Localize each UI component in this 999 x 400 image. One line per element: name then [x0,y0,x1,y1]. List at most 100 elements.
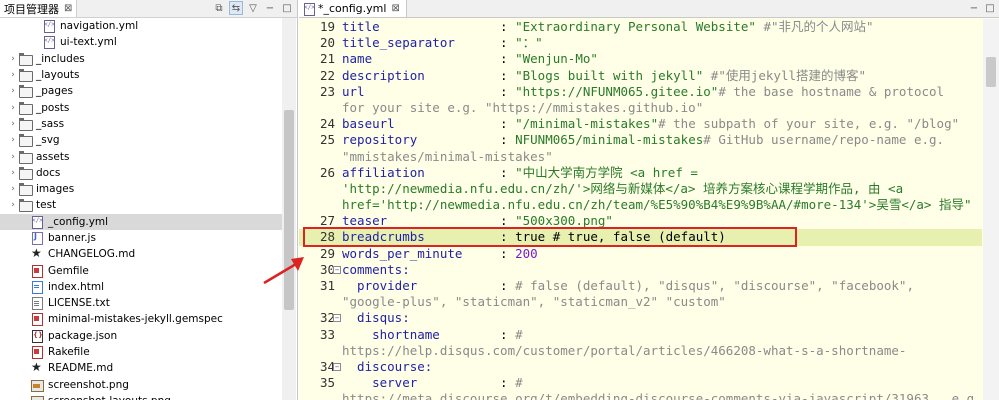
tree-item[interactable]: › images [0,181,282,197]
code-area[interactable]: 19 title : "Extraordinary Personal Websit… [299,19,982,400]
code-token: "google-plus", "staticman", "staticman_v… [342,294,726,310]
tree-item[interactable]: LICENSE.txt [0,295,282,311]
code-token: : [500,67,516,83]
expand-chevron-icon[interactable]: › [8,54,18,64]
code-line[interactable]: for your site e.g. "https://mmistakes.gi… [299,100,982,116]
expand-chevron-icon[interactable]: › [8,168,18,178]
code-line[interactable]: 32− disqus: [299,310,982,326]
editor-scrollbar-thumb[interactable] [986,57,996,87]
tree-item[interactable]: README.md [0,360,282,376]
code-text: https://meta.discourse.org/t/embedding-d… [342,391,982,400]
ruby-file-icon [30,264,44,278]
code-line[interactable]: 30− comments: [299,262,982,278]
code-line[interactable]: 29 words_per_minute : 200 [299,246,982,262]
tree-item[interactable]: CHANGELOG.md [0,246,282,262]
tree-item[interactable]: banner.js [0,230,282,246]
code-line[interactable]: 31 provider : # false (default), "disqus… [299,278,982,294]
code-token: : [500,164,516,180]
code-line[interactable]: "google-plus", "staticman", "staticman_v… [299,294,982,310]
tree-item[interactable]: screenshot-layouts.png [0,393,282,400]
line-number: 29 [319,245,335,261]
code-token: words_per_minute [342,245,501,261]
expand-chevron-icon[interactable]: › [8,119,18,129]
tree-item-label: assets [36,150,70,163]
expand-chevron-icon[interactable]: › [8,103,18,113]
code-token: "/minimal-mistakes" [515,116,659,132]
tree-item[interactable]: index.html [0,279,282,295]
code-token: href='http://newmedia.nfu.edu.cn/zh/team… [342,197,972,213]
code-line[interactable]: https://meta.discourse.org/t/embedding-d… [299,391,982,400]
fold-toggle-icon[interactable]: − [333,314,341,323]
tree-item[interactable]: › _includes [0,51,282,67]
tree-item[interactable]: Gemfile [0,262,282,278]
code-token: "Wenjun-Mo" [515,51,598,67]
tree-item[interactable]: › _layouts [0,67,282,83]
code-token: "500x300.png" [515,213,613,229]
editor-tab-config[interactable]: *_config.yml ⊠ [299,0,407,17]
code-line[interactable]: 34− discourse: [299,359,982,375]
fold-toggle-icon[interactable]: − [333,362,341,371]
fold-toggle-icon[interactable]: − [333,265,341,274]
expand-chevron-icon[interactable]: › [8,152,18,162]
folder-icon [18,134,33,148]
tree-item[interactable]: _config.yml [0,213,282,230]
code-line[interactable]: https://help.disqus.com/customer/portal/… [299,343,982,359]
code-line[interactable]: 25 repository : NFUNM065/minimal-mistakes… [299,132,982,148]
tree-item[interactable]: › _posts [0,99,282,115]
code-line[interactable]: 20 title_separator : "：" [299,35,982,51]
code-text: baseurl : "/minimal-mistakes"# the subpa… [342,116,959,132]
maximize-icon[interactable]: □ [280,1,294,15]
view-menu-icon[interactable]: ▽ [246,1,260,15]
explorer-tab[interactable]: 项目管理器 ⊠ [0,0,78,17]
code-line[interactable]: 26 affiliation : "中山大学南方学院 <a href = [299,165,982,181]
tree-item-label: CHANGELOG.md [48,248,136,261]
close-icon[interactable]: ⊠ [391,3,399,14]
code-line[interactable]: 22 description : "Blogs built with jekyll… [299,68,982,84]
expand-chevron-icon[interactable]: › [8,86,18,96]
expand-chevron-icon[interactable]: › [8,200,18,210]
collapse-all-icon[interactable]: ⧉ [212,1,226,15]
code-line[interactable]: 24 baseurl : "/minimal-mistakes"# the sub… [299,116,982,132]
explorer-scrollbar[interactable] [282,18,296,400]
maximize-icon[interactable]: □ [983,1,997,15]
line-number: 25 [319,132,335,148]
code-token: repository [342,132,501,148]
code-line[interactable]: 21 name : "Wenjun-Mo" [299,51,982,67]
code-line[interactable]: 'http://newmedia.nfu.edu.cn/zh/'>网络与新媒体<… [299,181,982,197]
tree-item[interactable]: minimal-mistakes-jekyll.gemspec [0,311,282,327]
code-line[interactable]: 35 server : # [299,375,982,391]
code-token: #"使用jekyll搭建的博客" [703,67,867,83]
tree-item[interactable]: › assets [0,148,282,164]
tree-item[interactable]: ui-text.yml [0,34,282,50]
line-number: 26 [319,164,335,180]
tree-item[interactable]: › _pages [0,83,282,99]
tree-item[interactable]: Rakefile [0,344,282,360]
code-token: NFUNM065/minimal-mistakes [515,132,704,148]
code-text: discourse: [342,359,432,375]
tree-item[interactable]: › docs [0,165,282,181]
code-line[interactable]: "mmistakes/minimal-mistakes" [299,149,982,165]
expand-chevron-icon[interactable]: › [8,70,18,80]
tree-item[interactable]: › _svg [0,132,282,148]
code-line[interactable]: 23 url : "https://NFUNM065.gitee.io"# the… [299,84,982,100]
code-line[interactable]: 33 shortname : # [299,327,982,343]
close-icon[interactable]: ⊠ [64,3,72,14]
code-line[interactable]: 19 title : "Extraordinary Personal Websit… [299,19,982,35]
tree-item[interactable]: › test [0,197,282,213]
tree-item[interactable]: navigation.yml [0,18,282,34]
code-line[interactable]: href='http://newmedia.nfu.edu.cn/zh/team… [299,197,982,213]
minimize-icon[interactable]: − [263,1,277,15]
tree-item[interactable]: screenshot.png [0,377,282,393]
code-token: # GitHub username/repo-name e.g. [703,132,945,148]
expand-chevron-icon[interactable]: › [8,135,18,145]
code-text: affiliation : "中山大学南方学院 <a href = [342,165,698,181]
explorer-scrollbar-thumb[interactable] [284,110,294,310]
editor-scrollbar[interactable] [983,19,999,400]
image-file-icon [30,379,44,392]
code-token: : [500,51,516,67]
tree-item[interactable]: package.json [0,328,282,344]
expand-chevron-icon[interactable]: › [8,184,18,194]
minimize-icon[interactable]: − [967,1,981,15]
link-with-editor-icon[interactable]: ⇆ [229,1,243,15]
tree-item[interactable]: › _sass [0,116,282,132]
